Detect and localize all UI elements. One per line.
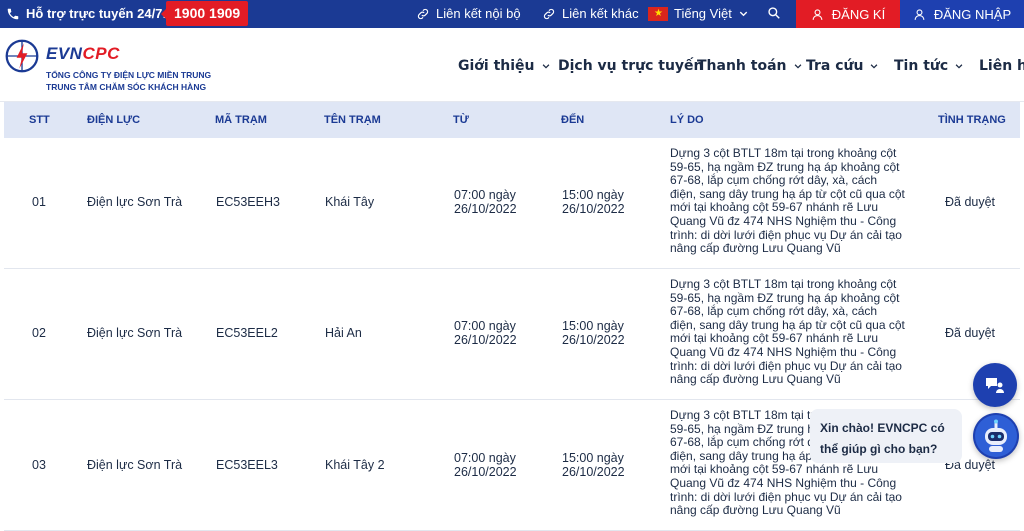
cell-dien-luc: Điện lực Sơn Trà xyxy=(87,458,183,472)
col-tu: TỪ xyxy=(453,114,469,126)
support-chat-button[interactable] xyxy=(973,363,1017,407)
nav-label: Giới thiệu xyxy=(458,58,535,74)
chevron-down-icon xyxy=(794,64,801,69)
chevron-down-icon xyxy=(542,64,549,69)
brand-subtitle-2: TRUNG TÂM CHĂM SÓC KHÁCH HÀNG xyxy=(46,82,207,92)
hotline-number[interactable]: 1900 1909 xyxy=(160,1,249,26)
nav-label: Tra cứu xyxy=(806,58,864,74)
table-row[interactable]: 01 Điện lực Sơn Trà EC53EEH3 Khái Tây 07… xyxy=(4,138,1020,269)
top-bar: Hỗ trợ trực tuyến 24/7: 1900 1909 Liên k… xyxy=(0,0,1024,28)
cell-tu-time: 07:00 ngày xyxy=(454,451,516,465)
chevron-down-icon xyxy=(955,64,963,69)
nav-tin-tuc[interactable]: Tin tức xyxy=(894,58,964,74)
cell-den-time: 15:00 ngày xyxy=(562,319,624,333)
chat-greeting-bubble: Xin chào! EVNCPC có thể giúp gì cho bạn? xyxy=(810,409,962,463)
login-label: ĐĂNG NHẬP xyxy=(933,6,1012,22)
link-icon xyxy=(417,8,429,19)
register-button[interactable]: ĐĂNG KÍ xyxy=(796,0,900,28)
nav-thanh-toan[interactable]: Thanh toán xyxy=(697,58,803,74)
internal-link-label: Liên kết nội bộ xyxy=(436,6,521,21)
nav-label: Thanh toán xyxy=(697,58,787,74)
register-label: ĐĂNG KÍ xyxy=(831,6,886,22)
cell-ly-do: Dựng 3 cột BTLT 18m tại trong khoảng cột… xyxy=(670,277,905,387)
evn-logo-icon[interactable] xyxy=(4,38,40,74)
col-stt: STT xyxy=(29,114,50,126)
nav-lien-he[interactable]: Liên hệ xyxy=(979,58,1024,74)
cell-ten-tram: Hải An xyxy=(325,326,362,340)
nav-label: Liên hệ xyxy=(979,58,1024,74)
hotline-text: Hỗ trợ trực tuyến 24/7: xyxy=(26,6,167,21)
cell-ma-tram: EC53EEL3 xyxy=(216,458,278,472)
phone-icon xyxy=(7,8,19,19)
brand-name[interactable]: EVNCPC xyxy=(46,44,120,64)
cell-tinh-trang: Đã duyệt xyxy=(945,195,996,209)
col-ma-tram: MÃ TRẠM xyxy=(215,114,267,126)
cell-tu-time: 07:00 ngày xyxy=(454,188,516,202)
search-icon xyxy=(768,7,780,19)
col-ly-do: LÝ DO xyxy=(670,114,704,126)
col-dien-luc: ĐIỆN LỰC xyxy=(87,114,141,126)
chatbot-button[interactable] xyxy=(973,413,1019,459)
nav-gioi-thieu[interactable]: Giới thiệu xyxy=(458,58,551,74)
other-link-label: Liên kết khác xyxy=(562,6,639,21)
user-icon xyxy=(914,8,925,20)
other-link[interactable]: Liên kết khác xyxy=(542,6,639,21)
link-icon xyxy=(543,8,555,19)
cell-den-time: 15:00 ngày xyxy=(562,451,624,465)
cell-stt: 03 xyxy=(32,458,46,472)
col-tinh-trang: TÌNH TRẠNG xyxy=(938,114,1006,126)
support-chat-icon xyxy=(986,378,1004,393)
internal-link[interactable]: Liên kết nội bộ xyxy=(416,6,521,21)
language-label: Tiếng Việt xyxy=(674,6,732,21)
cell-stt: 01 xyxy=(32,195,46,209)
cell-den-date: 26/10/2022 xyxy=(562,333,625,347)
language-select[interactable]: ★ Tiếng Việt xyxy=(648,6,749,21)
nav-label: Tin tức xyxy=(894,58,949,74)
brand-subtitle: TỔNG CÔNG TY ĐIỆN LỰC MIỀN TRUNG xyxy=(46,70,212,80)
cell-ma-tram: EC53EEL2 xyxy=(216,326,278,340)
cell-ma-tram: EC53EEH3 xyxy=(216,195,280,209)
cell-tu-date: 26/10/2022 xyxy=(454,465,517,479)
nav-dich-vu[interactable]: Dịch vụ trực tuyến xyxy=(558,58,704,74)
col-ten-tram: TÊN TRẠM xyxy=(324,114,381,126)
table-header: STT ĐIỆN LỰC MÃ TRẠM TÊN TRẠM TỪ ĐẾN LÝ … xyxy=(4,102,1020,138)
cell-ly-do: Dựng 3 cột BTLT 18m tại trong khoảng cột… xyxy=(670,146,905,256)
cell-tu-date: 26/10/2022 xyxy=(454,333,517,347)
nav-tra-cuu[interactable]: Tra cứu xyxy=(806,58,879,74)
chevron-down-icon xyxy=(871,64,878,69)
col-den: ĐẾN xyxy=(561,114,585,126)
cell-tu-time: 07:00 ngày xyxy=(454,319,516,333)
cell-tu-date: 26/10/2022 xyxy=(454,202,517,216)
login-button[interactable]: ĐĂNG NHẬP xyxy=(900,0,1024,28)
cell-den-date: 26/10/2022 xyxy=(562,202,625,216)
user-icon xyxy=(812,8,823,20)
site-header: EVNCPC TỔNG CÔNG TY ĐIỆN LỰC MIỀN TRUNG … xyxy=(0,28,1024,102)
nav-label: Dịch vụ trực tuyến xyxy=(558,58,704,74)
cell-dien-luc: Điện lực Sơn Trà xyxy=(87,326,183,340)
cell-den-time: 15:00 ngày xyxy=(562,188,624,202)
vietnam-flag-icon: ★ xyxy=(648,6,668,21)
brand-cpc: CPC xyxy=(82,44,120,63)
cell-ten-tram: Khái Tây 2 xyxy=(325,458,385,472)
chevron-down-icon xyxy=(739,11,748,17)
cell-ten-tram: Khái Tây xyxy=(325,195,375,209)
search-button[interactable] xyxy=(767,6,781,20)
cell-den-date: 26/10/2022 xyxy=(562,465,625,479)
brand-evn: EVN xyxy=(46,44,83,63)
hotline-label: Hỗ trợ trực tuyến 24/7: xyxy=(6,6,167,21)
table-row[interactable]: 02 Điện lực Sơn Trà EC53EEL2 Hải An 07:0… xyxy=(4,269,1020,400)
robot-icon xyxy=(975,415,1017,457)
cell-stt: 02 xyxy=(32,326,46,340)
cell-tinh-trang: Đã duyệt xyxy=(945,326,996,340)
cell-dien-luc: Điện lực Sơn Trà xyxy=(87,195,183,209)
